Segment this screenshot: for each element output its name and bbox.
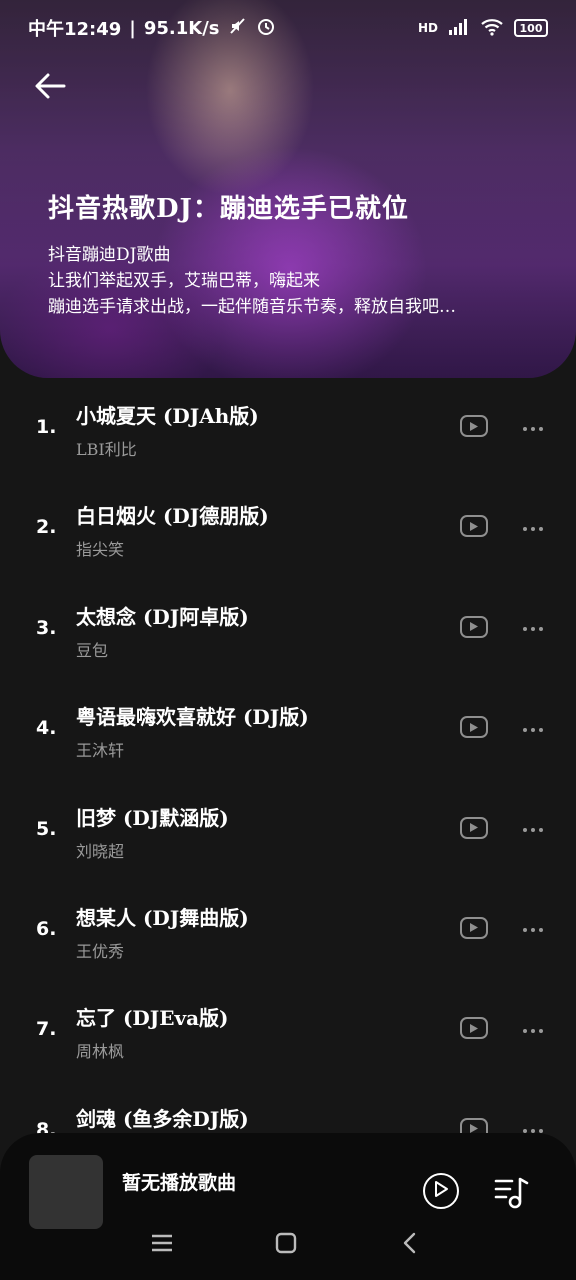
song-index: 1. [36, 416, 57, 438]
play-video-icon [469, 517, 479, 536]
song-title: 想某人 (DJ舞曲版) [76, 905, 249, 930]
song-artist: 豆包 [76, 640, 109, 660]
back-button[interactable] [32, 70, 68, 106]
more-dots-icon [522, 1019, 544, 1038]
playlist-music-icon [494, 1177, 530, 1213]
mv-button[interactable] [460, 415, 488, 437]
song-artist: 刘晓超 [76, 841, 125, 861]
playlist-header: 中午12:49 | 95.1K/s HD 100 抖音热歌DJ：蹦迪选手已就位 [0, 0, 576, 378]
song-row[interactable]: 7. 忘了 (DJEva版) 周林枫 [0, 980, 576, 1080]
play-video-icon [469, 417, 479, 436]
song-index: 7. [36, 1018, 57, 1041]
play-video-icon [469, 918, 479, 937]
more-button[interactable] [520, 815, 546, 841]
song-title: 忘了 (DJEva版) [76, 1006, 229, 1031]
song-index: 4. [36, 717, 57, 740]
mv-button[interactable] [460, 816, 488, 839]
more-dots-icon [522, 517, 544, 536]
play-video-icon [469, 1019, 479, 1038]
song-artist: LBI利比 [76, 440, 137, 459]
song-title: 剑魂 (鱼多余DJ版) [76, 1106, 249, 1131]
status-bar: 中午12:49 | 95.1K/s HD 100 [0, 0, 576, 56]
mv-button[interactable] [460, 515, 488, 538]
mv-button[interactable] [460, 1017, 488, 1040]
song-artist: 周林枫 [76, 1042, 125, 1062]
song-title: 粤语最嗨欢喜就好 (DJ版) [76, 705, 309, 730]
mute-icon [228, 16, 248, 41]
playlist-title: 抖音热歌DJ：蹦迪选手已就位 [48, 194, 409, 224]
play-video-icon [469, 818, 479, 837]
back-nav-button[interactable] [396, 1231, 424, 1259]
play-button[interactable] [423, 1173, 459, 1209]
more-button[interactable] [520, 513, 546, 539]
song-index: 5. [36, 817, 57, 840]
system-nav-bar [0, 1225, 576, 1265]
home-square-icon [274, 1231, 298, 1259]
wifi-icon [480, 18, 504, 39]
player-bar: 暂无播放歌曲 [0, 1133, 576, 1280]
description-line: 抖音蹦迪DJ歌曲 [48, 245, 171, 265]
song-artist: 王优秀 [76, 941, 125, 961]
playlist-button[interactable] [494, 1175, 530, 1209]
song-index: 2. [36, 516, 57, 539]
now-playing-text[interactable]: 暂无播放歌曲 [122, 1168, 236, 1195]
song-row[interactable]: 6. 想某人 (DJ舞曲版) 王优秀 [0, 880, 576, 980]
play-icon [433, 1180, 449, 1202]
song-index: 6. [36, 917, 57, 940]
description-line: 蹦迪选手请求出战，一起伴随音乐节奏，释放自我吧… [48, 297, 456, 317]
more-dots-icon [522, 918, 544, 937]
more-dots-icon [522, 818, 544, 837]
song-row[interactable]: 1. 小城夏天 (DJAh版) LBI利比 [0, 378, 576, 478]
menu-icon [150, 1233, 174, 1257]
alarm-icon [256, 16, 276, 41]
more-button[interactable] [520, 614, 546, 640]
song-list: 1. 小城夏天 (DJAh版) LBI利比 2. 白日烟火 (DJ德朋版) 指尖… [0, 378, 576, 1181]
status-divider: | [129, 17, 136, 39]
song-artist: 王沐轩 [76, 741, 125, 761]
song-artist: 指尖笑 [76, 540, 125, 560]
play-video-icon [469, 718, 479, 737]
song-row[interactable]: 5. 旧梦 (DJ默涵版) 刘晓超 [0, 780, 576, 880]
status-time: 中午12:49 [28, 19, 122, 40]
mv-button[interactable] [460, 916, 488, 939]
song-row[interactable]: 2. 白日烟火 (DJ德朋版) 指尖笑 [0, 478, 576, 578]
home-nav-button[interactable] [272, 1231, 300, 1259]
song-title: 白日烟火 (DJ德朋版) [76, 504, 269, 529]
chevron-left-icon [400, 1231, 420, 1259]
album-cover[interactable] [29, 1155, 103, 1229]
song-row[interactable]: 3. 太想念 (DJ阿卓版) 豆包 [0, 579, 576, 679]
network-label: HD [417, 21, 438, 35]
song-row[interactable]: 4. 粤语最嗨欢喜就好 (DJ版) 王沐轩 [0, 679, 576, 779]
playlist-description: 抖音蹦迪DJ歌曲 让我们举起双手，艾瑞巴蒂，嗨起来 蹦迪选手请求出战，一起伴随音… [48, 242, 548, 320]
description-line: 让我们举起双手，艾瑞巴蒂，嗨起来 [48, 271, 320, 291]
song-index: 3. [36, 616, 57, 639]
song-title: 太想念 (DJ阿卓版) [76, 604, 249, 629]
more-button[interactable] [520, 915, 546, 941]
mv-button[interactable] [460, 716, 488, 739]
more-button[interactable] [520, 1015, 546, 1041]
more-dots-icon [522, 617, 544, 636]
arrow-left-icon [34, 72, 66, 104]
more-dots-icon [522, 417, 544, 436]
menu-nav-button[interactable] [148, 1231, 176, 1259]
battery-icon: 100 [514, 19, 548, 37]
mv-button[interactable] [460, 615, 488, 638]
status-speed: 95.1K/s [143, 17, 220, 39]
signal-icon [448, 18, 470, 39]
more-dots-icon [522, 718, 544, 737]
more-button[interactable] [520, 714, 546, 740]
song-title: 旧梦 (DJ默涵版) [76, 805, 229, 830]
play-video-icon [469, 617, 479, 636]
song-title: 小城夏天 (DJAh版) [76, 404, 259, 428]
more-button[interactable] [520, 413, 546, 439]
